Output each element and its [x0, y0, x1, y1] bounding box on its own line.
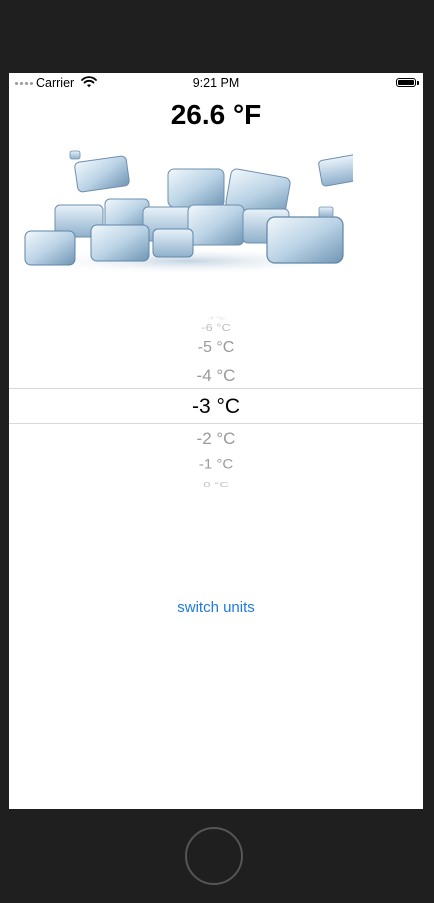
- picker-selection-top-line: [9, 388, 423, 389]
- picker-row[interactable]: -1 °C: [9, 457, 423, 472]
- picker-row[interactable]: -4 °C: [9, 366, 423, 386]
- phone-screen: Carrier 9:21 PM 26.6 °F -7 °C -6 °C -5 °…: [9, 73, 423, 809]
- ice-cubes-image: [24, 150, 353, 275]
- converted-temperature: 26.6 °F: [170, 99, 262, 130]
- switch-units-button[interactable]: switch units: [9, 599, 423, 616]
- picker-selection-bottom-line: [9, 423, 423, 424]
- picker-row[interactable]: -5 °C: [9, 339, 423, 357]
- status-bar: Carrier 9:21 PM: [9, 73, 423, 93]
- battery-icon: [396, 78, 419, 87]
- picker-row-selected[interactable]: -3 °C: [9, 395, 423, 419]
- picker-row[interactable]: 0 °C: [9, 480, 423, 488]
- home-button[interactable]: [185, 827, 243, 885]
- temperature-picker[interactable]: -7 °C -6 °C -5 °C -4 °C -3 °C -2 °C -1 °…: [9, 311, 423, 501]
- status-time: 9:21 PM: [192, 76, 240, 90]
- picker-row[interactable]: -7 °C: [9, 317, 423, 321]
- picker-row[interactable]: -6 °C: [9, 322, 423, 333]
- picker-row[interactable]: -2 °C: [9, 429, 423, 449]
